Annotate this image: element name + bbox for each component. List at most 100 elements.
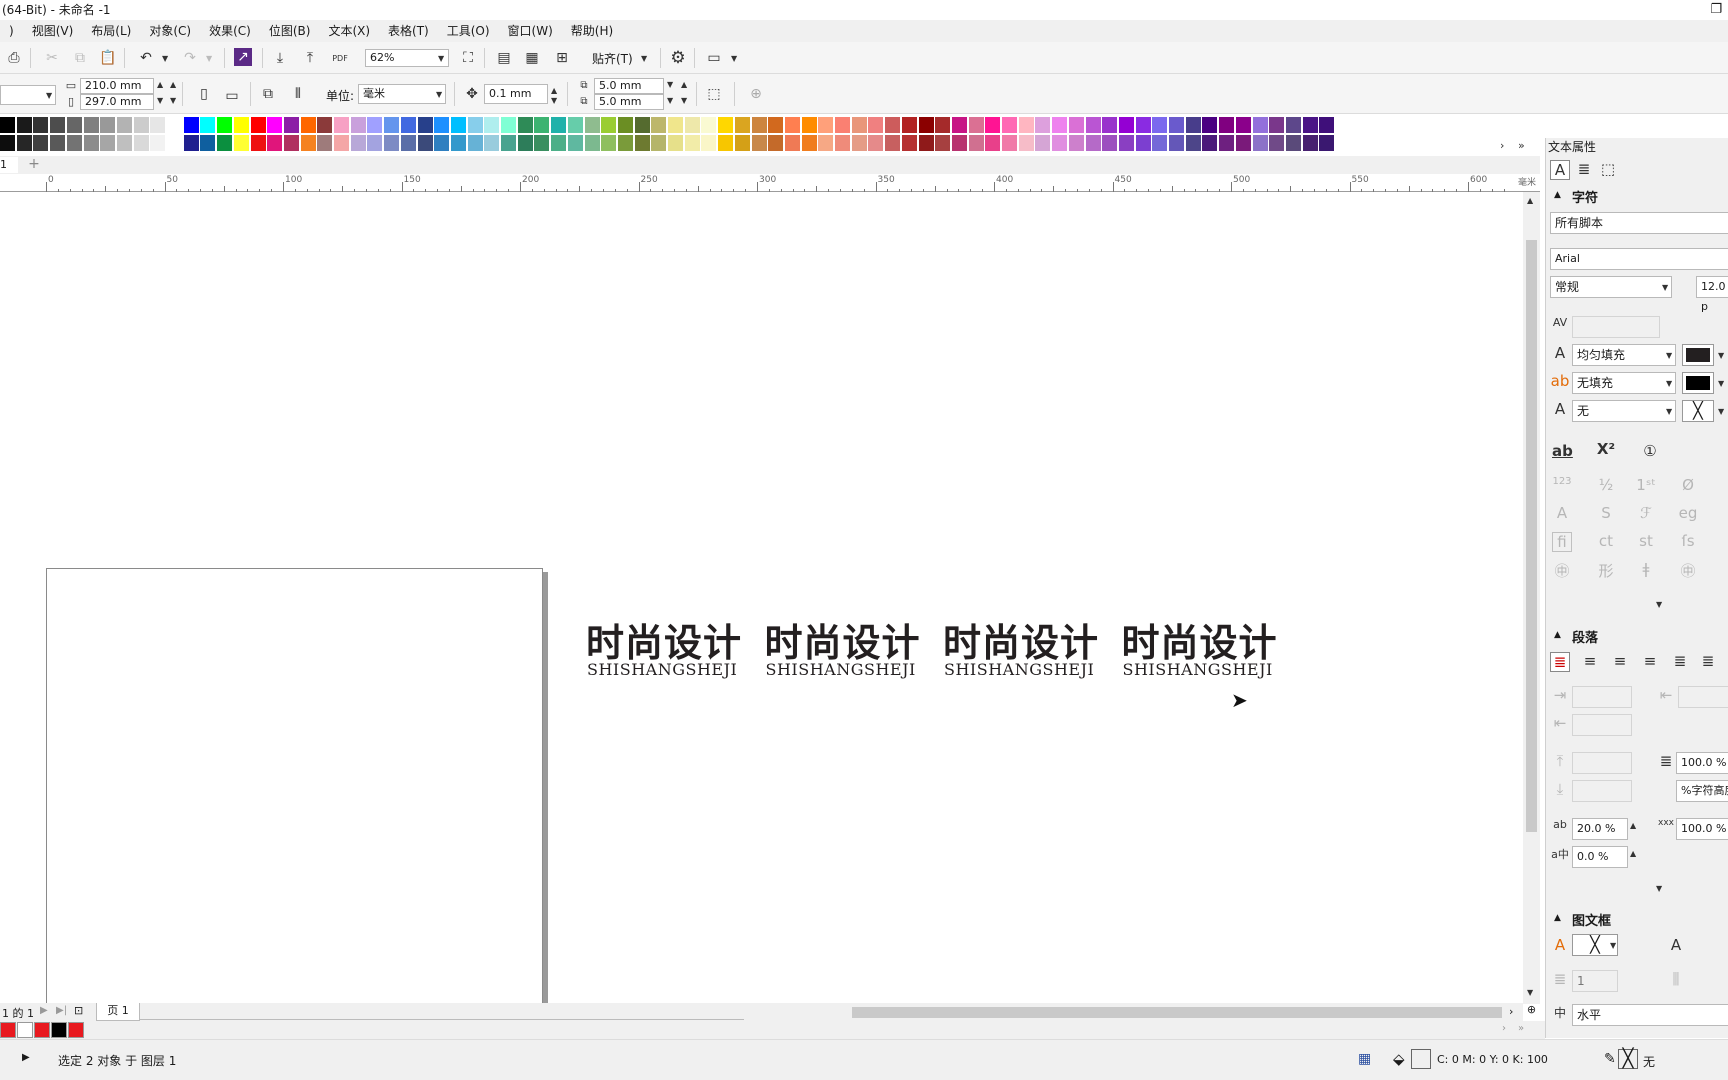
palette-swatch[interactable] [1219, 117, 1236, 133]
force-justify-icon[interactable]: ≣ [1698, 652, 1718, 672]
redo-icon[interactable]: ↷ [180, 48, 200, 68]
palette-swatch[interactable] [1085, 135, 1102, 151]
copy-icon[interactable]: ⧉ [70, 48, 90, 68]
print-icon[interactable]: ⎙ [4, 48, 24, 68]
palette-swatch[interactable] [968, 135, 985, 151]
menu-item-window[interactable]: 窗口(W) [499, 20, 562, 42]
corel-connect-icon[interactable]: ↗ [234, 48, 252, 66]
palette-swatch[interactable] [935, 117, 952, 133]
redo-dropdown-icon[interactable]: ▼ [206, 54, 212, 63]
collapse-character-icon[interactable]: ▲ [1554, 190, 1561, 200]
palette-swatch[interactable] [718, 117, 735, 133]
vertical-scrollbar[interactable]: ▲ ▼ [1523, 192, 1540, 1004]
palette-swatch[interactable] [116, 117, 133, 133]
palette-swatch[interactable] [1068, 135, 1085, 151]
palette-swatch[interactable] [283, 135, 300, 151]
palette-swatch[interactable] [50, 117, 67, 133]
palette-swatch[interactable] [200, 117, 217, 133]
palette-swatch[interactable] [384, 117, 401, 133]
superscript-icon[interactable]: X² [1596, 440, 1616, 460]
palette-swatch[interactable] [651, 117, 668, 133]
outline-width-dropdown-icon[interactable]: ▼ [1666, 407, 1672, 416]
palette-swatch[interactable] [200, 135, 217, 151]
menu-item-effects[interactable]: 效果(C) [200, 20, 260, 42]
frame-tab-icon[interactable]: ⬚ [1598, 160, 1618, 180]
outline-color-dropdown-icon[interactable]: ▼ [1718, 407, 1724, 416]
palette-swatch[interactable] [818, 117, 835, 133]
ordinals-icon[interactable]: 1ˢᵗ [1636, 476, 1656, 496]
palette-swatch[interactable] [100, 117, 117, 133]
page-width-field[interactable]: 210.0 mm [80, 78, 154, 94]
scroll-down-icon[interactable]: ▼ [1527, 988, 1533, 997]
palette-swatch[interactable] [1202, 117, 1219, 133]
palette-swatch[interactable] [1035, 135, 1052, 151]
dup-y-spinner-icon[interactable]: ▼ [667, 96, 673, 105]
add-preset-icon[interactable]: ⊕ [746, 84, 766, 104]
menu-item-tools[interactable]: 工具(O) [438, 20, 499, 42]
palette-swatch[interactable] [818, 135, 835, 151]
palette-swatch[interactable] [651, 135, 668, 151]
character-tab-icon[interactable]: A [1550, 160, 1570, 180]
palette-expand-icon[interactable]: » [1518, 139, 1525, 152]
artwork-title[interactable]: 时尚设计 [1122, 612, 1278, 667]
background-color-dropdown-icon[interactable]: ▼ [1718, 379, 1724, 388]
hscroll-right-icon[interactable]: › [1509, 1005, 1513, 1018]
page-width-spinner-icon[interactable]: ▲ [157, 80, 163, 89]
opentype-numerals-icon[interactable]: 123 [1552, 476, 1572, 496]
palette-swatch[interactable] [801, 117, 818, 133]
nudge-distance-field[interactable]: 0.1 mm [484, 84, 548, 104]
zoom-fit-icon[interactable]: ⛶ [458, 48, 478, 68]
palette-swatch[interactable] [116, 135, 133, 151]
ligature-eg-icon[interactable]: eg [1678, 504, 1698, 524]
word-spacing-field[interactable]: 100.0 % [1676, 818, 1728, 840]
palette-swatch[interactable] [233, 117, 250, 133]
paragraph-tab-icon[interactable]: ≣ [1574, 160, 1594, 180]
palette-swatch[interactable] [100, 135, 117, 151]
menu-item-bitmaps[interactable]: 位图(B) [260, 20, 320, 42]
export-icon[interactable]: ⤒ [300, 48, 320, 68]
ligature-st-icon[interactable]: st [1636, 532, 1656, 552]
cut-icon[interactable]: ✂ [42, 48, 62, 68]
nudge-spinner-icon[interactable]: ▲ [551, 86, 557, 95]
import-icon[interactable]: ⤓ [270, 48, 290, 68]
palette-swatch[interactable] [250, 135, 267, 151]
palette-swatch[interactable] [768, 135, 785, 151]
palette-swatch[interactable] [868, 117, 885, 133]
palette-swatch[interactable] [885, 117, 902, 133]
palette-swatch[interactable] [1285, 135, 1302, 151]
fill-type-dropdown[interactable]: 均匀填充 [1572, 344, 1676, 366]
font-style-dropdown[interactable]: 常规 [1550, 276, 1672, 298]
add-document-icon[interactable]: + [24, 156, 44, 172]
palette-swatch[interactable] [567, 117, 584, 133]
asian-feature-3-icon[interactable]: ǂ [1636, 560, 1656, 580]
dup-x-spinner2-icon[interactable]: ▲ [681, 80, 687, 89]
palette-swatch[interactable] [450, 135, 467, 151]
portrait-icon[interactable]: ▯ [194, 84, 214, 104]
scroll-up-icon[interactable]: ▲ [1527, 196, 1533, 205]
palette-swatch[interactable] [50, 135, 67, 151]
duplicate-distance-y-field[interactable]: 5.0 mm [594, 94, 664, 110]
landscape-icon[interactable]: ▭ [222, 86, 242, 106]
document-palette-swatch[interactable] [34, 1022, 50, 1038]
palette-swatch[interactable] [1319, 135, 1336, 151]
palette-swatch[interactable] [751, 135, 768, 151]
page-tab[interactable]: 页 1 [96, 1003, 140, 1021]
page-width-spinner2-icon[interactable]: ▲ [170, 80, 176, 89]
palette-swatch[interactable] [517, 117, 534, 133]
restore-icon[interactable]: ❐ [1710, 0, 1722, 20]
palette-swatch[interactable] [784, 135, 801, 151]
palette-swatch[interactable] [751, 117, 768, 133]
undo-dropdown-icon[interactable]: ▼ [162, 54, 168, 63]
palette-swatch[interactable] [584, 117, 601, 133]
app-launcher-icon[interactable]: ▭ [704, 48, 724, 68]
historical-forms-icon[interactable]: ſs [1678, 532, 1698, 552]
collapse-frame-icon[interactable]: ▲ [1554, 913, 1561, 923]
palette-swatch[interactable] [701, 117, 718, 133]
palette-swatch[interactable] [784, 117, 801, 133]
palette-swatch[interactable] [450, 117, 467, 133]
palette-swatch[interactable] [1002, 117, 1018, 133]
menu-item-text[interactable]: 文本(X) [319, 20, 379, 42]
palette-swatch[interactable] [183, 135, 200, 151]
palette-swatch[interactable] [133, 135, 150, 151]
no-alignment-icon[interactable]: ≣ [1550, 652, 1570, 672]
